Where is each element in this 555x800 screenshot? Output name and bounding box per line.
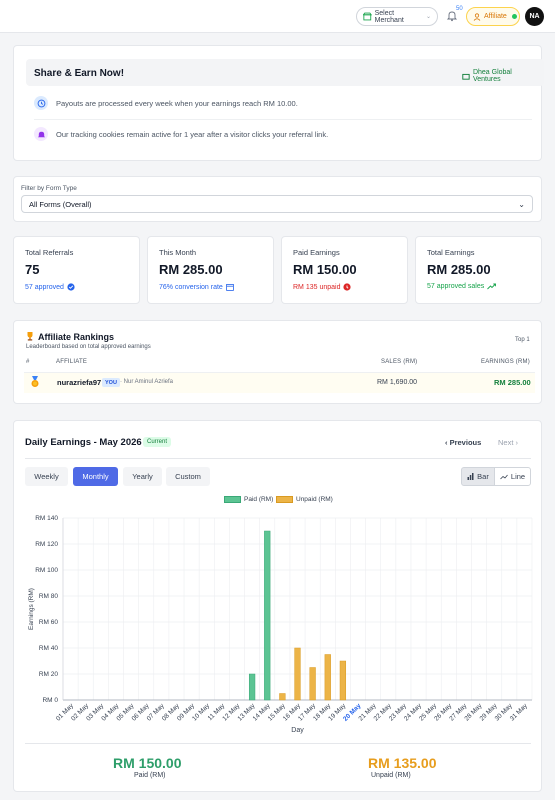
total-unpaid-value: RM 135.00 xyxy=(368,755,437,771)
y-tick-label: RM 140 xyxy=(35,515,58,522)
total-unpaid-label: Unpaid (RM) xyxy=(371,772,411,779)
y-tick-label: RM 0 xyxy=(42,697,58,704)
bar-paid xyxy=(248,673,256,701)
x-tick-label: 31 May xyxy=(509,702,530,723)
divider xyxy=(25,743,531,744)
total-paid-label: Paid (RM) xyxy=(134,772,166,779)
bar-unpaid xyxy=(309,667,316,701)
y-tick-label: RM 80 xyxy=(39,593,59,600)
y-axis-title: Earnings (RM) xyxy=(28,588,35,630)
y-tick-label: RM 100 xyxy=(35,567,58,574)
bar-unpaid xyxy=(294,647,301,701)
bar-unpaid xyxy=(279,693,286,701)
x-axis-title: Day xyxy=(291,727,304,734)
total-paid-value: RM 150.00 xyxy=(113,755,182,771)
bar-unpaid xyxy=(324,654,331,701)
bar-unpaid xyxy=(339,660,347,701)
y-tick-label: RM 120 xyxy=(35,541,58,548)
bar-paid xyxy=(264,530,271,701)
y-tick-label: RM 60 xyxy=(39,619,59,626)
y-tick-label: RM 20 xyxy=(39,671,59,678)
daily-earnings-chart: RM 0 RM 20 RM 40 RM 60 RM 80 RM 100 RM 120 RM 1… xyxy=(28,515,533,734)
y-tick-label: RM 40 xyxy=(39,645,59,652)
